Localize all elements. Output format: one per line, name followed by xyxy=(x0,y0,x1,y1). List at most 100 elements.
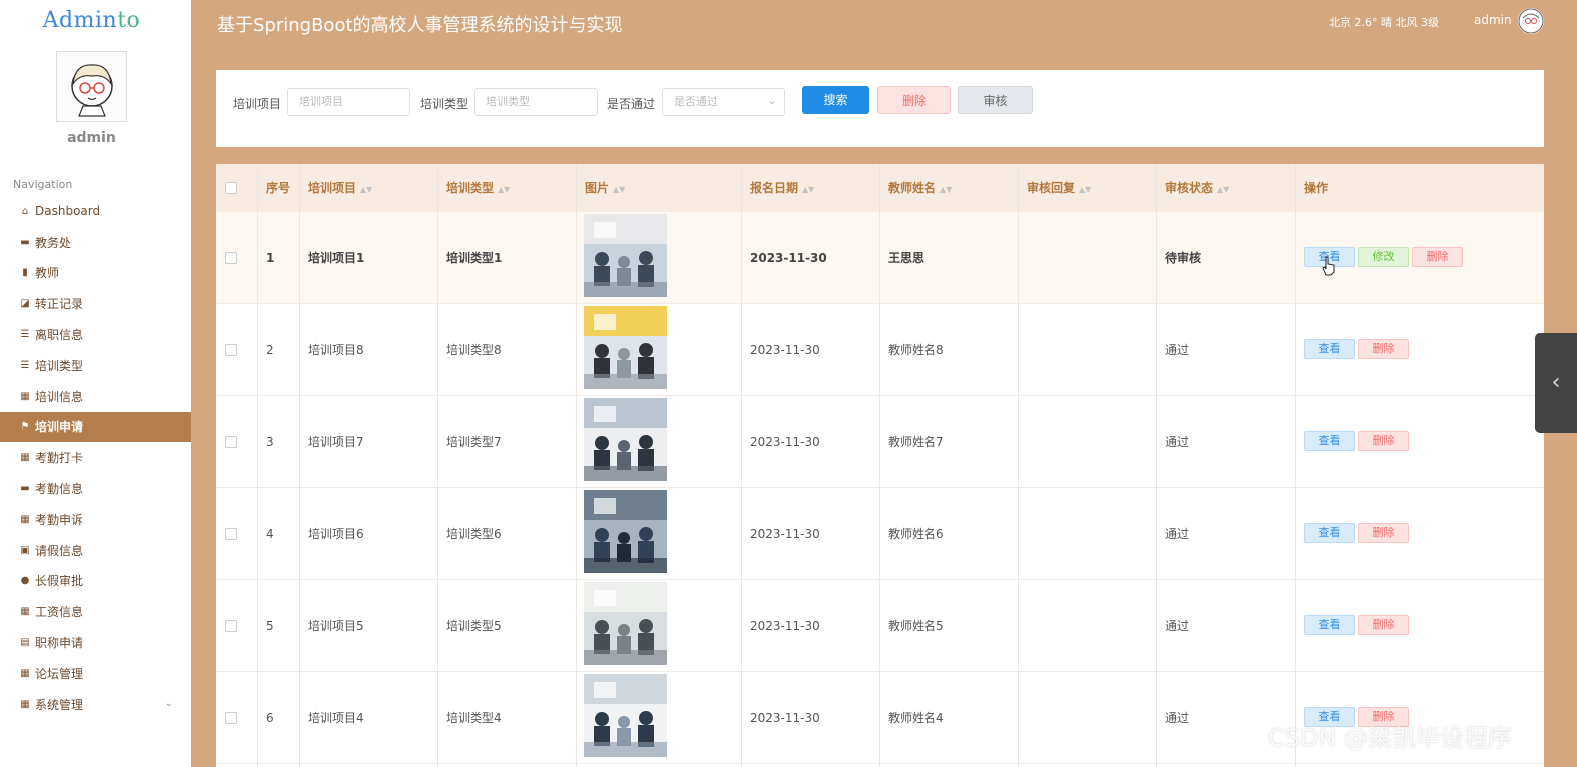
header-reply[interactable]: 审核回复 ▲▼ xyxy=(1018,164,1091,212)
page-title: 基于SpringBoot的高校人事管理系统的设计与实现 xyxy=(217,15,623,36)
sidebar-item-4[interactable]: ☰ 离职信息 xyxy=(0,319,191,350)
data-table: 序号 培训项目 ▲▼ 培训类型 ▲▼ 图片 ▲▼ 报名日期 ▲▼ 教师姓名 ▲▼ 审核回复… xyxy=(216,164,1544,767)
search-button[interactable]: 搜索 xyxy=(802,86,869,114)
cell-reply xyxy=(1018,304,1027,396)
view-button[interactable]: 查看 xyxy=(1304,339,1355,359)
training-photo[interactable] xyxy=(584,582,667,665)
pass-select-value: 是否通过 xyxy=(674,95,718,108)
view-button[interactable]: 查看 xyxy=(1304,615,1355,635)
brand-logo[interactable]: Adminto xyxy=(0,8,183,33)
project-input[interactable]: 培训项目 xyxy=(287,88,410,116)
pass-select[interactable]: 是否通过 ⌄ xyxy=(662,88,785,116)
sidebar-item-8[interactable]: ▦ 考勤打卡 xyxy=(0,442,191,473)
delete-button[interactable]: 删除 xyxy=(1358,339,1409,359)
training-photo[interactable] xyxy=(584,306,667,389)
sort-icon[interactable]: ▲▼ xyxy=(1217,185,1229,194)
sidebar-item-9[interactable]: ▬ 考勤信息 xyxy=(0,473,191,504)
search-panel: 培训项目 培训项目 培训类型 培训类型 是否通过 是否通过 ⌄ 搜索 删除 审核 xyxy=(216,70,1544,147)
sidebar-item-0[interactable]: ⌂ Dashboard xyxy=(0,196,191,227)
flag-icon: ⚑ xyxy=(20,421,30,433)
sort-icon[interactable]: ▲▼ xyxy=(613,185,625,194)
row-checkbox[interactable] xyxy=(225,252,237,264)
delete-button[interactable]: 删除 xyxy=(1412,247,1463,267)
sidebar-item-7[interactable]: ⚑ 培训申请 xyxy=(0,411,191,443)
nav-menu: ⌂ Dashboard ▬ 教务处 ▮ 教师 ◪ 转正记录 ☰ 离职信息 ☰ 培训类型 ▦ 培训信息 ⚑ 培训… xyxy=(0,196,191,720)
type-input[interactable]: 培训类型 xyxy=(474,88,598,116)
row-checkbox[interactable] xyxy=(225,712,237,724)
sidebar-item-10[interactable]: ▦ 考勤申诉 xyxy=(0,504,191,535)
avatar[interactable] xyxy=(56,51,127,122)
sidebar-item-3[interactable]: ◪ 转正记录 xyxy=(0,288,191,319)
sort-icon[interactable]: ▲▼ xyxy=(802,185,814,194)
sort-icon[interactable]: ▲▼ xyxy=(1079,185,1091,194)
clipboard-icon: ▣ xyxy=(20,544,30,556)
delete-button[interactable]: 删除 xyxy=(1358,615,1409,635)
sidebar-item-12[interactable]: ● 长假审批 xyxy=(0,566,191,597)
top-avatar[interactable] xyxy=(1518,8,1544,34)
cell-status: 通过 xyxy=(1165,711,1190,725)
table-row[interactable]: 1 培训项目1 培训类型1 2023-11-30 王思思 待审核 查看 修改 删除 xyxy=(216,212,1544,304)
cell-date: 2023-11-30 xyxy=(750,251,827,265)
cell-reply xyxy=(1018,212,1027,304)
collapse-panel-tab[interactable]: ‹ xyxy=(1535,333,1577,433)
sidebar-item-label: 长假审批 xyxy=(35,574,84,589)
row-checkbox[interactable] xyxy=(225,436,237,448)
audit-button[interactable]: 审核 xyxy=(958,86,1033,114)
cell-status: 通过 xyxy=(1165,343,1190,357)
header-date[interactable]: 报名日期 ▲▼ xyxy=(741,164,814,212)
training-photo[interactable] xyxy=(584,398,667,481)
view-button[interactable]: 查看 xyxy=(1304,523,1355,543)
training-photo[interactable] xyxy=(584,490,667,573)
sidebar-item-11[interactable]: ▣ 请假信息 xyxy=(0,535,191,566)
sidebar-item-2[interactable]: ▮ 教师 xyxy=(0,258,191,289)
cell-type: 培训类型4 xyxy=(446,711,502,725)
cell-status: 待审核 xyxy=(1165,251,1202,265)
batch-delete-button[interactable]: 删除 xyxy=(877,86,951,114)
sidebar-item-15[interactable]: ▦ 论坛管理 xyxy=(0,658,191,689)
sidebar-item-14[interactable]: ▤ 职称申请 xyxy=(0,627,191,658)
header-image[interactable]: 图片 ▲▼ xyxy=(576,164,625,212)
cell-project: 培训项目8 xyxy=(308,343,364,357)
monitor-icon: ▬ xyxy=(20,236,30,248)
table-row[interactable]: 4 培训项目6 培训类型6 2023-11-30 教师姓名6 通过 查看 删除 xyxy=(216,488,1544,580)
top-username[interactable]: admin xyxy=(1474,13,1512,27)
cell-project: 培训项目5 xyxy=(308,619,364,633)
table-row[interactable]: 5 培训项目5 培训类型5 2023-11-30 教师姓名5 通过 查看 删除 xyxy=(216,580,1544,672)
row-checkbox[interactable] xyxy=(225,620,237,632)
row-checkbox[interactable] xyxy=(225,344,237,356)
select-all-checkbox[interactable] xyxy=(225,182,237,194)
header-actions: 操作 xyxy=(1304,181,1329,195)
row-checkbox[interactable] xyxy=(225,528,237,540)
view-button[interactable]: 查看 xyxy=(1304,431,1355,451)
cell-status: 通过 xyxy=(1165,619,1190,633)
sidebar-item-16[interactable]: ▦ 系统管理 ⌄ xyxy=(0,689,191,720)
chevron-down-icon: ⌄ xyxy=(164,697,173,709)
sidebar-item-5[interactable]: ☰ 培训类型 xyxy=(0,350,191,381)
header-type[interactable]: 培训类型 ▲▼ xyxy=(437,164,510,212)
table-row[interactable]: 3 培训项目7 培训类型7 2023-11-30 教师姓名7 通过 查看 删除 xyxy=(216,396,1544,488)
sort-icon[interactable]: ▲▼ xyxy=(360,185,372,194)
sidebar-item-13[interactable]: ▦ 工资信息 xyxy=(0,596,191,627)
sidebar-item-1[interactable]: ▬ 教务处 xyxy=(0,227,191,258)
header-status[interactable]: 审核状态 ▲▼ xyxy=(1156,164,1229,212)
list-icon: ☰ xyxy=(20,359,30,371)
sort-icon[interactable]: ▲▼ xyxy=(498,185,510,194)
sidebar-item-label: 请假信息 xyxy=(35,543,84,558)
cell-type: 培训类型1 xyxy=(446,251,503,265)
sidebar-item-6[interactable]: ▦ 培训信息 xyxy=(0,381,191,412)
header-project[interactable]: 培训项目 ▲▼ xyxy=(299,164,372,212)
training-photo[interactable] xyxy=(584,674,667,757)
delete-button[interactable]: 删除 xyxy=(1358,523,1409,543)
sidebar-item-label: 考勤信息 xyxy=(35,482,84,497)
delete-button[interactable]: 删除 xyxy=(1358,431,1409,451)
edit-button[interactable]: 修改 xyxy=(1358,247,1409,267)
sidebar-item-label: 论坛管理 xyxy=(35,666,84,681)
header-teacher[interactable]: 教师姓名 ▲▼ xyxy=(879,164,952,212)
sort-icon[interactable]: ▲▼ xyxy=(940,185,952,194)
grid-icon: ▦ xyxy=(20,513,30,525)
training-photo[interactable] xyxy=(584,214,667,297)
list-icon: ☰ xyxy=(20,329,30,341)
cell-status: 通过 xyxy=(1165,435,1190,449)
user-icon: ● xyxy=(20,575,30,587)
table-row[interactable]: 2 培训项目8 培训类型8 2023-11-30 教师姓名8 通过 查看 删除 xyxy=(216,304,1544,396)
